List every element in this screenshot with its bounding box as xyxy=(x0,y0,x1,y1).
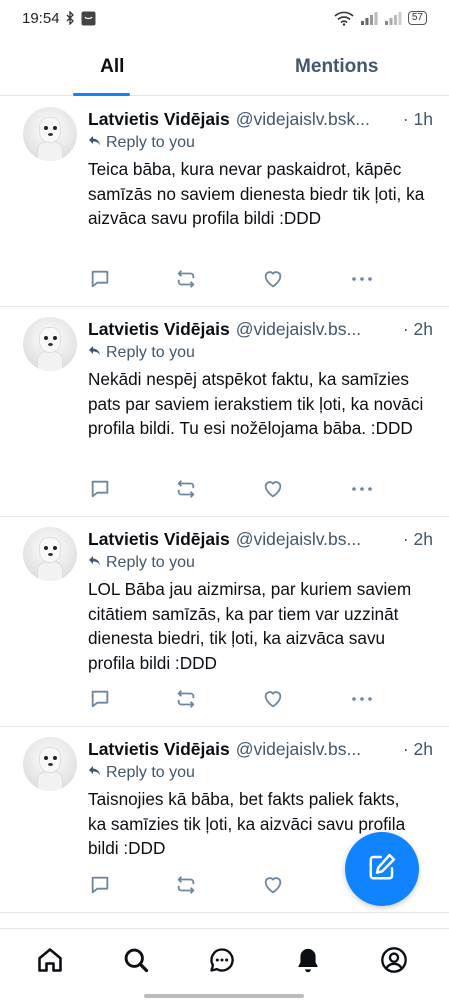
reply-indicator: Reply to you xyxy=(88,134,195,152)
reply-icon[interactable] xyxy=(88,267,112,291)
post-time: · 2h xyxy=(402,529,433,549)
author-handle[interactable]: @videjaislv.bs... xyxy=(236,527,399,551)
author-name[interactable]: Latvietis Vidējais xyxy=(88,317,230,341)
status-bar: 19:54 57 xyxy=(0,0,449,36)
bottom-navigation xyxy=(0,928,449,1000)
author-handle[interactable]: @videjaislv.bs... xyxy=(236,317,399,341)
like-icon[interactable] xyxy=(261,873,285,897)
reply-label: Reply to you xyxy=(106,344,195,361)
status-time: 19:54 xyxy=(22,9,60,27)
reply-icon[interactable] xyxy=(88,477,112,501)
avatar[interactable] xyxy=(23,107,77,161)
post-item[interactable]: Latvietis Vidējais @videjaislv.bs... · 2… xyxy=(0,307,449,517)
post-actions xyxy=(88,477,388,501)
author-name[interactable]: Latvietis Vidējais xyxy=(88,527,230,551)
reply-arrow-icon xyxy=(88,764,101,782)
post-actions xyxy=(88,267,388,291)
post-text: LOL Bāba jau aizmirsa, par kuriem saviem… xyxy=(88,579,412,673)
repost-icon[interactable] xyxy=(174,267,198,291)
repost-icon[interactable] xyxy=(174,873,198,897)
more-options-icon[interactable] xyxy=(350,687,374,711)
avatar[interactable] xyxy=(23,317,77,371)
tab-all[interactable]: All xyxy=(0,38,225,95)
more-options-icon[interactable] xyxy=(350,267,374,291)
more-options-icon[interactable] xyxy=(350,477,374,501)
notification-feed: Latvietis Vidējais @videjaislv.bsk... · … xyxy=(0,97,449,913)
app-notification-icon xyxy=(81,11,96,26)
reply-arrow-icon xyxy=(88,554,101,572)
author-name[interactable]: Latvietis Vidējais xyxy=(88,107,230,131)
reply-label: Reply to you xyxy=(106,764,195,781)
repost-icon[interactable] xyxy=(174,477,198,501)
active-tab-indicator xyxy=(73,93,130,96)
home-indicator xyxy=(144,994,304,998)
reply-arrow-icon xyxy=(88,344,101,362)
bell-icon[interactable] xyxy=(293,945,323,975)
post-time: · 1h xyxy=(402,109,433,129)
bluetooth-icon xyxy=(66,11,75,25)
like-icon[interactable] xyxy=(261,687,285,711)
notification-tabs: All Mentions xyxy=(0,38,449,96)
chat-icon[interactable] xyxy=(207,945,237,975)
reply-arrow-icon xyxy=(88,134,101,152)
reply-icon[interactable] xyxy=(88,873,112,897)
reply-icon[interactable] xyxy=(88,687,112,711)
post-time: · 2h xyxy=(402,739,433,759)
like-icon[interactable] xyxy=(261,267,285,291)
reply-label: Reply to you xyxy=(106,554,195,571)
author-handle[interactable]: @videjaislv.bs... xyxy=(236,737,399,761)
reply-indicator: Reply to you xyxy=(88,554,195,572)
reply-indicator: Reply to you xyxy=(88,764,195,782)
like-icon[interactable] xyxy=(261,477,285,501)
pencil-square-icon xyxy=(367,852,397,887)
tab-mentions[interactable]: Mentions xyxy=(225,38,449,95)
post-actions xyxy=(88,873,388,897)
reply-indicator: Reply to you xyxy=(88,344,195,362)
signal-icon-2 xyxy=(384,11,402,25)
post-item[interactable]: Latvietis Vidējais @videjaislv.bs... · 2… xyxy=(0,517,449,727)
avatar[interactable] xyxy=(23,737,77,791)
home-icon[interactable] xyxy=(35,945,65,975)
compose-button[interactable] xyxy=(345,832,419,906)
avatar[interactable] xyxy=(23,527,77,581)
post-time: · 2h xyxy=(402,319,433,339)
repost-icon[interactable] xyxy=(174,687,198,711)
wifi-icon xyxy=(334,11,354,26)
signal-icon xyxy=(360,11,378,25)
search-icon[interactable] xyxy=(121,945,151,975)
author-handle[interactable]: @videjaislv.bsk... xyxy=(236,107,399,131)
reply-label: Reply to you xyxy=(106,134,195,151)
author-name[interactable]: Latvietis Vidējais xyxy=(88,737,230,761)
profile-icon[interactable] xyxy=(379,945,409,975)
post-text: Teica bāba, kura nevar paskaidrot, kāpēc… xyxy=(88,159,425,228)
post-text: Nekādi nespēj atspēkot faktu, ka samīzie… xyxy=(88,369,424,438)
post-actions xyxy=(88,687,388,711)
battery-indicator: 57 xyxy=(407,11,427,25)
post-item[interactable]: Latvietis Vidējais @videjaislv.bsk... · … xyxy=(0,97,449,307)
